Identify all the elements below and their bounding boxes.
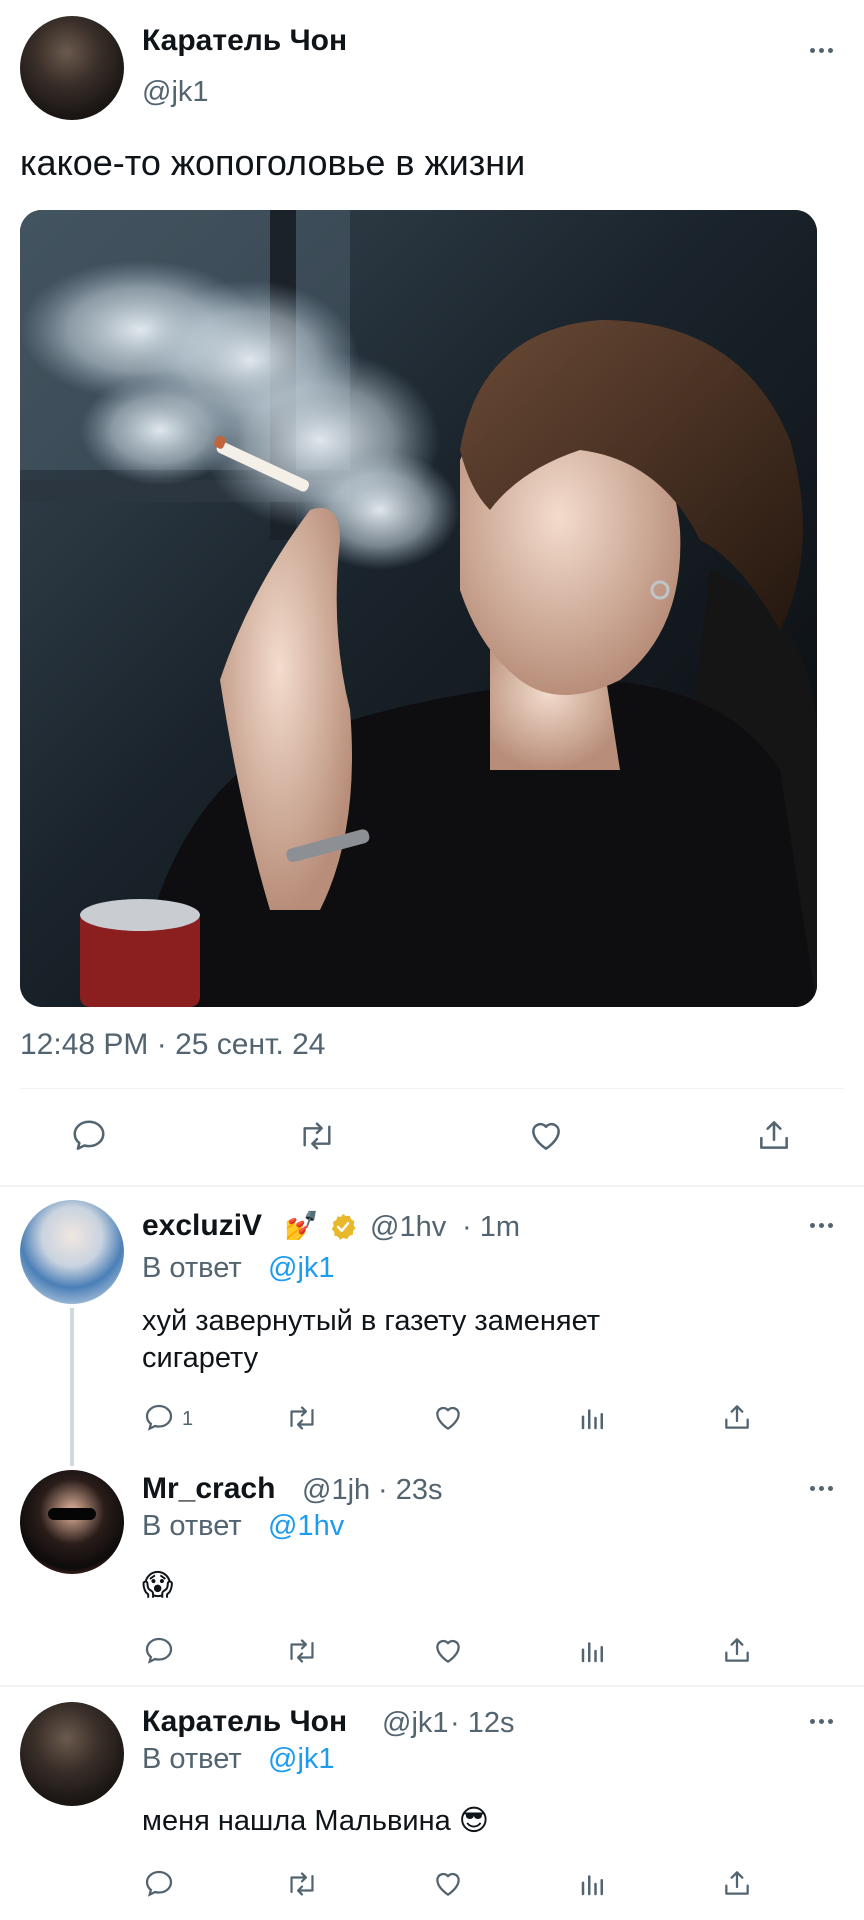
author-emoji: 💅 (284, 1210, 319, 1241)
more-options-icon[interactable] (810, 1220, 840, 1230)
reply-icon[interactable] (143, 1868, 175, 1900)
smoking-man-photo (20, 210, 817, 1007)
retweet-icon[interactable] (297, 1117, 337, 1155)
reply-icon[interactable] (143, 1635, 175, 1667)
reply-author-name[interactable]: Mr_crach (142, 1472, 275, 1506)
retweet-icon[interactable] (285, 1635, 319, 1667)
author-name[interactable]: Каратель Чон (142, 24, 347, 58)
sunglasses-icon (48, 1508, 96, 1520)
share-icon[interactable] (755, 1115, 793, 1155)
reply-avatar[interactable] (20, 1470, 124, 1574)
views-icon[interactable] (578, 1402, 608, 1434)
author-avatar[interactable] (20, 16, 124, 120)
like-icon[interactable] (432, 1868, 464, 1900)
reply-text: меня нашла Мальвина 😎 (142, 1805, 490, 1837)
more-options-icon[interactable] (810, 1483, 840, 1493)
tweet-text: какое-то жопоголовье в жизни (20, 142, 526, 183)
reply-text-line1: хуй завернутый в газету заменяет (142, 1305, 601, 1337)
reply-time: · 1m (462, 1211, 520, 1243)
verified-badge-icon (328, 1212, 358, 1242)
reply-icon[interactable] (143, 1402, 175, 1434)
tweet-timestamp[interactable]: 12:48 PM · 25 сент. 24 (20, 1028, 325, 1062)
more-options-icon[interactable] (810, 1716, 840, 1726)
reply-to-handle[interactable]: @jk1 (268, 1252, 335, 1285)
reply-to-prefix: В ответ (142, 1510, 242, 1542)
reply-icon[interactable] (70, 1117, 108, 1155)
reply-count: 1 (182, 1408, 194, 1430)
divider (20, 1088, 844, 1089)
reply-author-name[interactable]: Каратель Чон (142, 1705, 347, 1739)
tweet-photo[interactable] (20, 210, 817, 1007)
divider (0, 1685, 864, 1687)
reply-handle[interactable]: @1hv (370, 1211, 446, 1244)
reply-avatar[interactable] (20, 1200, 124, 1304)
reply-to-handle[interactable]: @jk1 (268, 1743, 335, 1776)
reply-author-name[interactable]: excluziV (142, 1209, 262, 1243)
views-icon[interactable] (578, 1635, 608, 1667)
reply-text-line2: сигарету (142, 1342, 259, 1374)
reply-to-handle[interactable]: @1hv (268, 1510, 344, 1543)
reply-handle[interactable]: @1jh (302, 1474, 370, 1507)
share-icon[interactable] (721, 1633, 753, 1667)
retweet-icon[interactable] (285, 1868, 319, 1900)
more-options-icon[interactable] (810, 45, 840, 55)
like-icon[interactable] (432, 1635, 464, 1667)
reply-handle[interactable]: @jk1 (382, 1707, 449, 1740)
views-icon[interactable] (578, 1868, 608, 1900)
reply-avatar[interactable] (20, 1702, 124, 1806)
reply-to-prefix: В ответ (142, 1252, 242, 1284)
like-icon[interactable] (432, 1402, 464, 1434)
reply-time: · 12s (450, 1707, 515, 1739)
reply-text: 😱 (142, 1569, 174, 1602)
reply-time: · 23s (378, 1474, 443, 1506)
share-icon[interactable] (721, 1866, 753, 1900)
thread-line (70, 1308, 74, 1466)
author-handle[interactable]: @jk1 (142, 76, 209, 109)
share-icon[interactable] (721, 1400, 753, 1434)
retweet-icon[interactable] (285, 1402, 319, 1434)
reply-to-prefix: В ответ (142, 1743, 242, 1775)
divider (0, 1185, 864, 1187)
like-icon[interactable] (526, 1117, 566, 1155)
